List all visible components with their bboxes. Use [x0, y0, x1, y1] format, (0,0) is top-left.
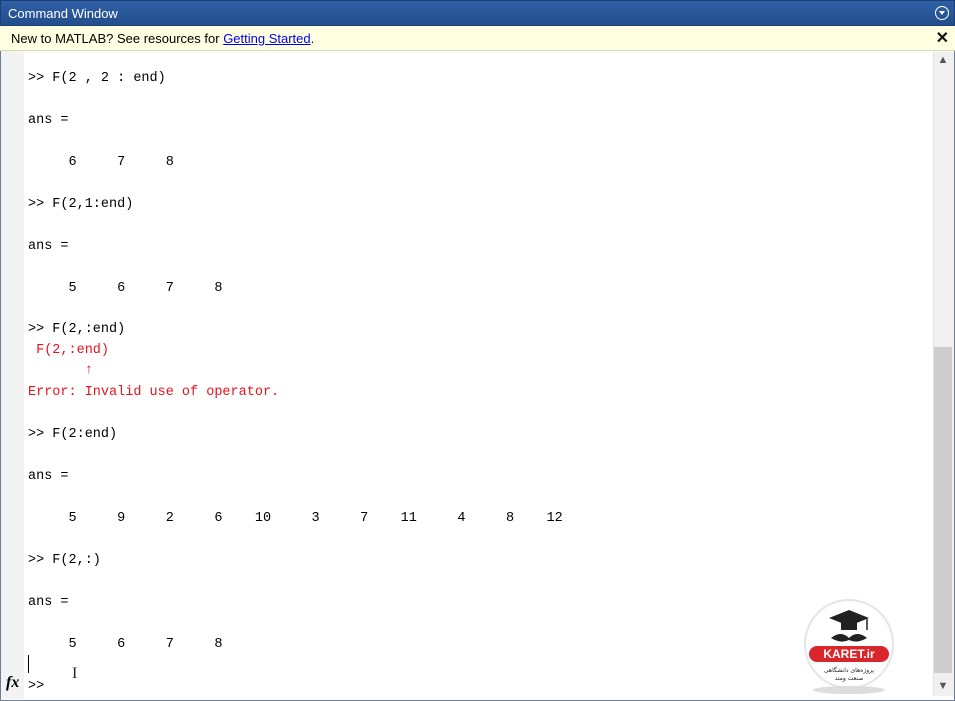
command-output[interactable]: >> F(2 , 2 : end) ans = 6 7 8 >> F(2,1:e… [28, 51, 928, 697]
command-window-titlebar: Command Window [0, 0, 955, 26]
scrollbar-thumb[interactable] [934, 347, 952, 673]
console-line: >> F(2,:) [28, 553, 101, 568]
window-title: Command Window [8, 6, 118, 21]
console-line: ans = [28, 113, 69, 128]
console-line: 5 9 2 6 10 3 7 11 4 8 12 [28, 511, 563, 526]
notice-prefix: New to MATLAB? See resources for [11, 31, 224, 46]
karet-logo: KARET.ir پروژه‌های دانشگاهی صنعت ومتد [804, 599, 894, 694]
ibeam-cursor-icon: I [72, 665, 78, 682]
error-echo-line: F(2,:end) [28, 343, 110, 358]
logo-name: KARET.ir [823, 647, 875, 661]
console-line: ans = [28, 469, 69, 484]
console-line: ans = [28, 239, 69, 254]
console-line: >> F(2,1:end) [28, 197, 134, 212]
notice-suffix: . [310, 31, 315, 46]
logo-tagline-1: پروژه‌های دانشگاهی [824, 666, 875, 674]
console-line: 6 7 8 [28, 155, 174, 170]
console-line: >> F(2 , 2 : end) [28, 71, 166, 86]
getting-started-notice: New to MATLAB? See resources for Getting… [0, 26, 955, 51]
error-message: Error: Invalid use of operator. [28, 385, 280, 400]
console-gutter [1, 51, 24, 699]
function-browser-icon[interactable]: fx [6, 674, 19, 692]
console-line: >> F(2:end) [28, 427, 118, 442]
text-cursor [28, 655, 29, 673]
error-caret-line: ↑ [28, 363, 93, 378]
scroll-up-icon[interactable]: ▲ [936, 54, 950, 68]
notice-text: New to MATLAB? See resources for Getting… [11, 31, 314, 46]
command-prompt[interactable]: >> [28, 679, 44, 694]
scroll-down-icon[interactable]: ▼ [936, 680, 950, 694]
console-line: 5 6 7 8 [28, 637, 223, 652]
console-line: 5 6 7 8 [28, 281, 223, 296]
window-actions-dropdown-icon[interactable] [935, 6, 949, 20]
console-line: ans = [28, 595, 69, 610]
console-line: >> F(2,:end) [28, 322, 126, 337]
close-notice-icon[interactable]: ✕ [936, 28, 949, 48]
logo-tagline-2: صنعت ومتد [835, 675, 864, 682]
getting-started-link[interactable]: Getting Started [223, 31, 310, 46]
